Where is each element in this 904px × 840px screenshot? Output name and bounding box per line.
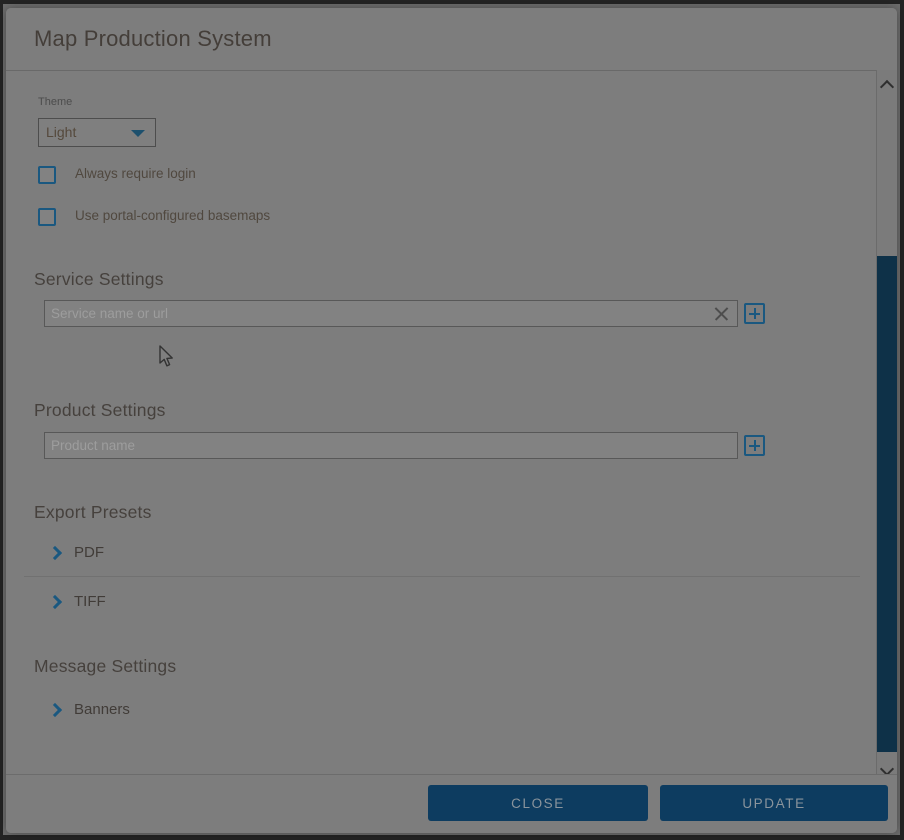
checkbox-always-require-login[interactable] (38, 166, 56, 184)
theme-label: Theme (38, 96, 72, 108)
theme-selected-value: Light (46, 124, 76, 140)
export-presets-heading: Export Presets (34, 502, 152, 523)
divider (24, 576, 860, 577)
checkbox-label-portal-basemaps: Use portal-configured basemaps (75, 208, 270, 223)
scroll-up-icon[interactable] (880, 80, 894, 94)
mouse-cursor-icon (158, 345, 176, 369)
accordion-banners[interactable]: Banners (50, 701, 250, 721)
update-button[interactable]: UPDATE (660, 785, 888, 821)
service-settings-heading: Service Settings (34, 269, 164, 290)
product-settings-heading: Product Settings (34, 400, 166, 421)
scrollbar-thumb[interactable] (877, 256, 897, 752)
chevron-right-icon (48, 703, 62, 717)
accordion-pdf[interactable]: PDF (50, 544, 250, 564)
dialog-footer: CLOSE UPDATE (6, 774, 897, 833)
chevron-right-icon (48, 546, 62, 560)
message-settings-heading: Message Settings (34, 656, 176, 677)
settings-dialog: Map Production System Theme Light Always… (6, 8, 897, 833)
accordion-label-tiff: TIFF (74, 593, 106, 610)
add-service-button[interactable] (744, 303, 765, 324)
service-name-input[interactable] (44, 300, 738, 327)
accordion-tiff[interactable]: TIFF (50, 593, 250, 613)
checkbox-label-always-require-login: Always require login (75, 166, 196, 181)
accordion-label-banners: Banners (74, 701, 130, 718)
theme-select[interactable]: Light (38, 118, 156, 147)
vertical-scrollbar[interactable] (876, 70, 897, 774)
add-product-button[interactable] (744, 435, 765, 456)
clear-icon[interactable] (714, 306, 729, 321)
chevron-right-icon (48, 595, 62, 609)
checkbox-portal-basemaps[interactable] (38, 208, 56, 226)
product-name-input[interactable] (44, 432, 738, 459)
dialog-title: Map Production System (34, 24, 272, 54)
close-button[interactable]: CLOSE (428, 785, 648, 821)
dialog-header: Map Production System (6, 8, 897, 71)
accordion-label-pdf: PDF (74, 544, 104, 561)
chevron-down-icon (131, 130, 145, 137)
